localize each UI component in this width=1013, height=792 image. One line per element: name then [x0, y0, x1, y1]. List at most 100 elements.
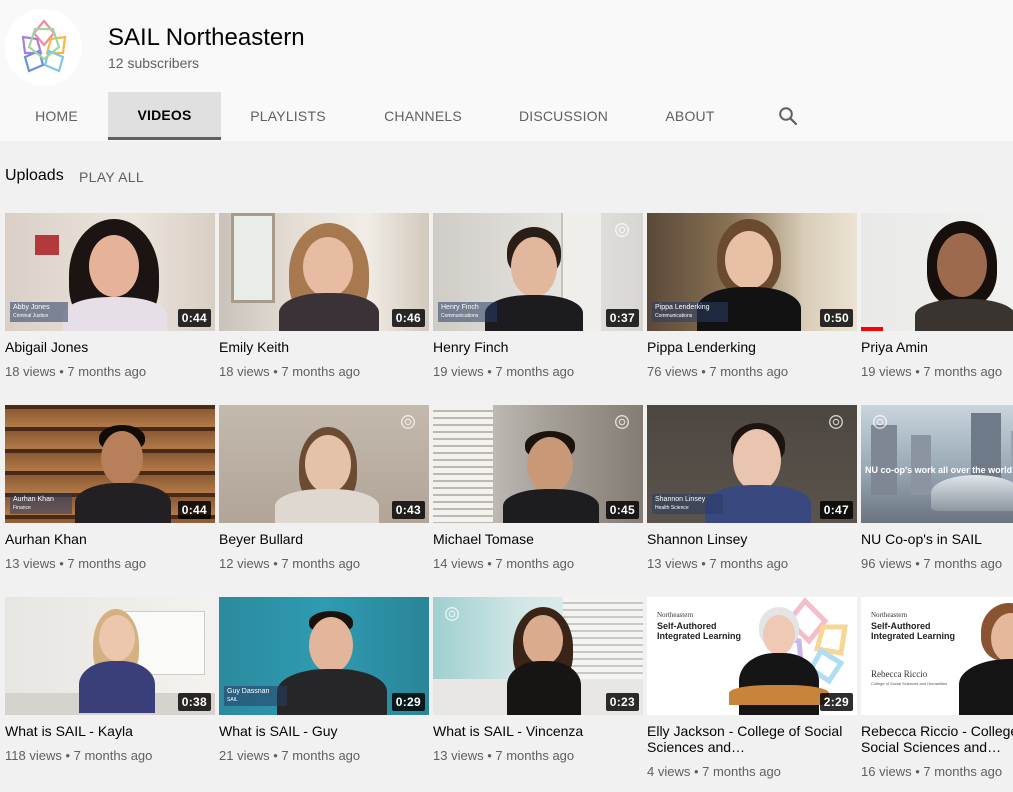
- sail-watermark-icon: [615, 223, 629, 237]
- video-thumbnail[interactable]: 0:38: [5, 597, 215, 715]
- video-card[interactable]: Priya Amin 19 views • 7 months ago: [861, 213, 1013, 380]
- slide-brand: Northeastern: [657, 611, 694, 619]
- video-meta: 76 views • 7 months ago: [647, 364, 789, 379]
- video-thumbnail[interactable]: 0:43: [219, 405, 429, 523]
- video-card[interactable]: Aurhan Khan Finance 0:44 Aurhan Khan 13 v…: [5, 405, 215, 572]
- video-thumbnail[interactable]: Aurhan Khan Finance 0:44: [5, 405, 215, 523]
- channel-avatar[interactable]: [5, 9, 82, 86]
- video-title[interactable]: Aurhan Khan: [5, 531, 215, 547]
- video-duration: 0:44: [177, 309, 211, 327]
- tab-discussion[interactable]: DISCUSSION: [504, 92, 623, 140]
- video-title[interactable]: Michael Tomase: [433, 531, 643, 547]
- tab-videos[interactable]: VIDEOS: [108, 92, 221, 140]
- video-title[interactable]: Elly Jackson - College of Social Science…: [647, 723, 857, 755]
- video-meta: 13 views • 7 months ago: [433, 748, 575, 763]
- video-duration: 0:45: [605, 501, 639, 519]
- uploads-title: Uploads: [5, 167, 64, 184]
- lower-third: Abby Jones Criminal Justice: [10, 302, 68, 322]
- video-card[interactable]: 0:45 Michael Tomase 14 views • 7 months …: [433, 405, 643, 572]
- video-title[interactable]: Emily Keith: [219, 339, 429, 355]
- sail-logo-icon: [21, 18, 66, 73]
- video-card[interactable]: 0:46 Emily Keith 18 views • 7 months ago: [219, 213, 429, 380]
- video-card[interactable]: 0:23 What is SAIL - Vincenza 13 views • …: [433, 597, 643, 764]
- video-meta: 21 views • 7 months ago: [219, 748, 361, 763]
- video-thumbnail[interactable]: Northeastern Self-Authored Integrated Le…: [861, 597, 1013, 715]
- video-duration: 0:38: [177, 693, 211, 711]
- video-title[interactable]: Pippa Lenderking: [647, 339, 857, 355]
- video-duration: 0:50: [819, 309, 853, 327]
- video-meta: 14 views • 7 months ago: [433, 556, 575, 571]
- video-title[interactable]: What is SAIL - Guy: [219, 723, 429, 739]
- tab-about[interactable]: ABOUT: [645, 92, 735, 140]
- video-title[interactable]: Shannon Linsey: [647, 531, 857, 547]
- slide-speaker-sub: College of Social Sciences and Humanitie…: [871, 681, 948, 686]
- video-thumbnail[interactable]: Northeastern Self-Authored Integrated Le…: [647, 597, 857, 715]
- video-card[interactable]: Northeastern Self-Authored Integrated Le…: [861, 597, 1013, 780]
- video-meta: 13 views • 7 months ago: [647, 556, 789, 571]
- tab-home[interactable]: HOME: [0, 92, 113, 140]
- video-title[interactable]: What is SAIL - Vincenza: [433, 723, 643, 739]
- video-title[interactable]: NU Co-op's in SAIL: [861, 531, 1013, 547]
- video-title[interactable]: Henry Finch: [433, 339, 643, 355]
- video-card[interactable]: 0:43 Beyer Bullard 12 views • 7 months a…: [219, 405, 429, 572]
- video-thumbnail[interactable]: Guy Dassnan SAIL 0:29: [219, 597, 429, 715]
- subscriber-count: 12 subscribers: [108, 55, 200, 71]
- video-meta: 118 views • 7 months ago: [5, 748, 153, 763]
- video-duration: 0:44: [177, 501, 211, 519]
- slide-title: Self-Authored Integrated Learning: [871, 621, 956, 641]
- video-meta: 18 views • 7 months ago: [5, 364, 147, 379]
- sail-watermark-icon: [873, 415, 887, 429]
- video-title[interactable]: Beyer Bullard: [219, 531, 429, 547]
- video-thumbnail[interactable]: Abby Jones Criminal Justice 0:44: [5, 213, 215, 331]
- video-thumbnail[interactable]: Shannon Linsey Health Science 0:47: [647, 405, 857, 523]
- lower-third: Aurhan Khan Finance: [10, 494, 72, 514]
- play-all-button[interactable]: PLAY ALL: [71, 163, 152, 191]
- video-title[interactable]: Priya Amin: [861, 339, 1013, 355]
- video-thumbnail[interactable]: 0:23: [433, 597, 643, 715]
- video-card[interactable]: 0:38 What is SAIL - Kayla 118 views • 7 …: [5, 597, 215, 764]
- video-meta: 12 views • 7 months ago: [219, 556, 361, 571]
- video-thumbnail[interactable]: Pippa Lenderking Communications 0:50: [647, 213, 857, 331]
- video-duration: 2:29: [819, 693, 853, 711]
- slide-brand: Northeastern: [871, 611, 908, 619]
- video-title[interactable]: Abigail Jones: [5, 339, 215, 355]
- video-title[interactable]: What is SAIL - Kayla: [5, 723, 215, 739]
- video-thumbnail[interactable]: 0:45: [433, 405, 643, 523]
- video-thumbnail[interactable]: NU co-op's work all over the world: [861, 405, 1013, 523]
- channel-tabs: HOME VIDEOS PLAYLISTS CHANNELS DISCUSSIO…: [0, 92, 1013, 141]
- video-thumbnail[interactable]: [861, 213, 1013, 331]
- video-card[interactable]: NU co-op's work all over the world NU Co…: [861, 405, 1013, 572]
- video-card[interactable]: Pippa Lenderking Communications 0:50 Pipp…: [647, 213, 857, 380]
- video-card[interactable]: Guy Dassnan SAIL 0:29 What is SAIL - Guy …: [219, 597, 429, 764]
- video-meta: 96 views • 7 months ago: [861, 556, 1003, 571]
- tab-playlists[interactable]: PLAYLISTS: [229, 92, 347, 140]
- sail-watermark-icon: [615, 415, 629, 429]
- slide-title: Self-Authored Integrated Learning: [657, 621, 742, 641]
- video-duration: 0:29: [391, 693, 425, 711]
- thumbnail-overlay-text: NU co-op's work all over the world: [865, 465, 1013, 475]
- video-title[interactable]: Rebecca Riccio - College of Social Scien…: [861, 723, 1013, 755]
- lower-third: Pippa Lenderking Communications: [652, 302, 728, 322]
- search-icon: [779, 107, 798, 126]
- channel-header: SAIL Northeastern 12 subscribers HOME VI…: [0, 0, 1013, 141]
- video-thumbnail[interactable]: 0:46: [219, 213, 429, 331]
- watch-progress-bar: [861, 327, 883, 331]
- channel-name: SAIL Northeastern: [108, 24, 305, 51]
- video-card[interactable]: Henry Finch Communications 0:37 Henry Fin…: [433, 213, 643, 380]
- lower-third: Guy Dassnan SAIL: [224, 686, 288, 706]
- video-card[interactable]: Shannon Linsey Health Science 0:47 Shanno…: [647, 405, 857, 572]
- lower-third: Shannon Linsey Health Science: [652, 494, 724, 514]
- lower-third: Henry Finch Communications: [438, 302, 497, 322]
- video-card[interactable]: Abby Jones Criminal Justice 0:44 Abigail …: [5, 213, 215, 380]
- tab-channels[interactable]: CHANNELS: [363, 92, 483, 140]
- channel-search-button[interactable]: [772, 102, 804, 130]
- sail-watermark-icon: [445, 607, 459, 621]
- video-duration: 0:37: [605, 309, 639, 327]
- video-meta: 18 views • 7 months ago: [219, 364, 361, 379]
- video-thumbnail[interactable]: Henry Finch Communications 0:37: [433, 213, 643, 331]
- sail-watermark-icon: [829, 415, 843, 429]
- video-meta: 16 views • 7 months ago: [861, 764, 1003, 779]
- video-duration: 0:23: [605, 693, 639, 711]
- video-meta: 13 views • 7 months ago: [5, 556, 147, 571]
- video-card[interactable]: Northeastern Self-Authored Integrated Le…: [647, 597, 857, 780]
